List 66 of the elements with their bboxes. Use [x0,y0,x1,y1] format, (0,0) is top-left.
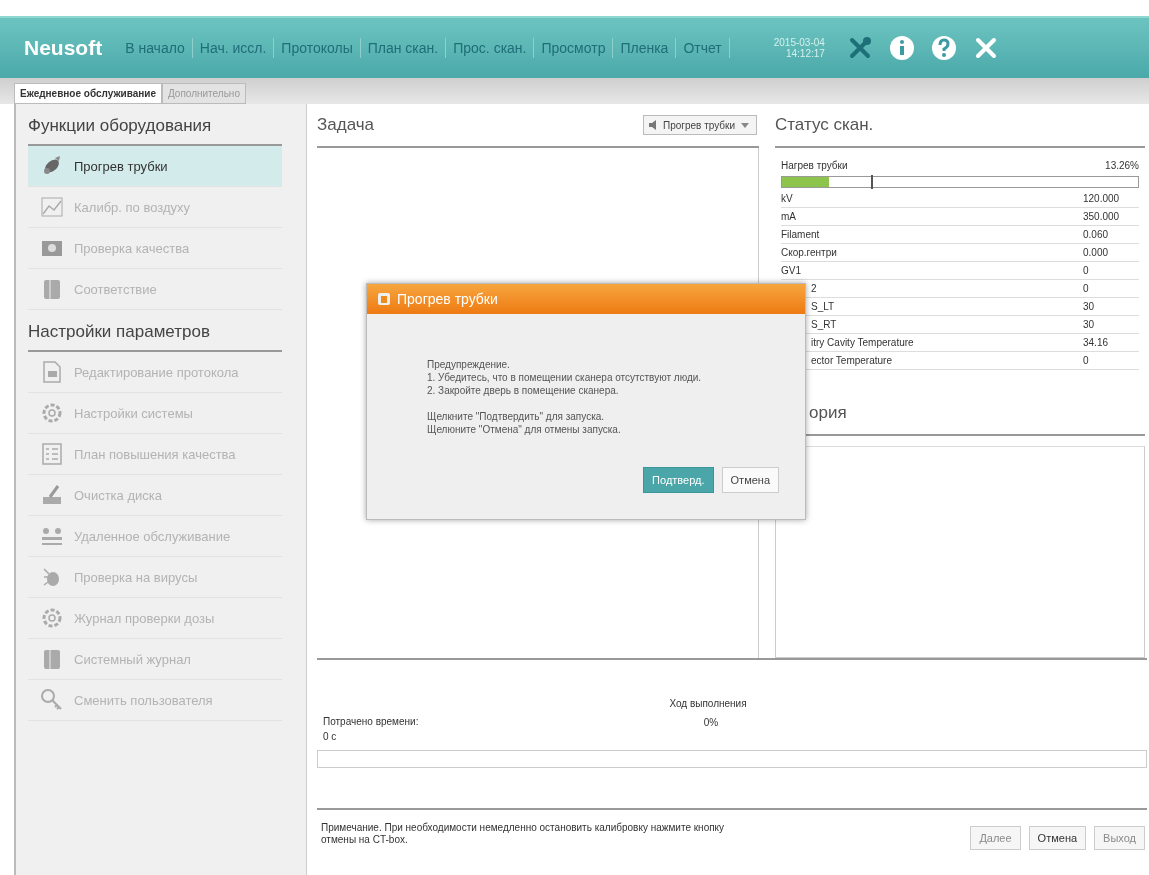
document-icon [40,360,64,384]
parameter-value: 350.000 [1083,211,1121,222]
nav-tab[interactable]: Протоколы [274,38,361,58]
tab[interactable]: Ежедневное обслуживание [14,83,162,104]
sidebar-item[interactable]: Прогрев трубки [28,146,282,187]
progress-label: Ход выполнения [669,698,747,709]
gear-icon [40,401,64,425]
section-heading: Настройки параметров [28,310,282,352]
nav-tab[interactable]: Прос. скан. [446,38,535,58]
parameter-value: 34.16 [1083,337,1110,348]
checklist-icon [40,442,64,466]
help-icon[interactable] [930,35,957,61]
gear-icon [40,606,64,630]
elapsed-value: 0 с [323,731,338,742]
elapsed-label: Потрачено времени: [323,716,420,727]
heat-reading: 13.26% [1105,160,1139,173]
dialog-text: Предупреждение. [427,358,511,371]
parameter-label: S_RT [810,319,838,330]
dialog-title: Прогрев трубки [397,291,498,307]
note-text: Примечание. При необходимости немедленно остановить калибровку нажмите кнопку отмены на CT-box. [321,822,726,846]
panel-title: Задача [317,115,375,135]
nav-tab[interactable]: План скан. [360,38,447,58]
confirm-button[interactable]: Подтверд. [643,467,714,493]
date-text: 2015-03-04 [773,37,825,48]
parameter-value: 0 [1083,265,1090,276]
info-icon[interactable] [888,35,915,61]
parameter-label: kV [781,193,794,204]
parameter-label: GV1 [781,265,802,276]
heat-label: Нагрев трубки [781,160,848,173]
time-text: 14:12:17 [785,48,825,59]
parameter-value: 0 [1083,355,1090,366]
nav-tab[interactable]: Отчет [676,38,730,58]
dialog-text: 2. Закройте дверь в помещение сканера. [427,384,620,397]
chart-icon [40,195,64,219]
broom-icon [40,483,64,507]
parameter-label: Filament [781,229,821,240]
progress-reading: 0% [702,717,719,728]
parameter-value: 30 [1083,301,1096,312]
parameter-label: S_LT [810,301,836,312]
dialog-text: 1. Убедитесь, что в помещении сканера отсутствуют люди. [427,371,703,384]
window-icon [377,292,391,306]
parameter-label: ector Temperature [810,355,893,366]
parameter-value: 30 [1083,319,1096,330]
panel-title: ория [808,403,847,423]
key-icon [40,688,64,712]
parameter-label: itry Cavity Temperature [810,337,915,348]
parameter-label: 2 [810,283,818,294]
parameter-value: 120.000 [1083,193,1121,204]
nav-tab[interactable]: Просмотр [534,38,614,58]
dialog-text: Щелюните "Отмена" для отмены запуска. [427,423,622,436]
nav-tab[interactable]: Нач. иссл. [192,38,275,58]
cancel-button[interactable]: Отмена [721,467,779,493]
limit-marker [871,175,873,189]
parameter-value: 0 [1083,283,1090,294]
tab[interactable]: Дополнительно [161,83,246,104]
parameter-label: mA [781,211,797,222]
parameter-value: 0.060 [1083,229,1110,240]
parameter-value: 0.000 [1083,247,1110,258]
panel-title: Статус скан. [775,115,874,135]
nav-tab[interactable]: В начало [118,38,193,58]
footer-button[interactable]: Отмена [1028,826,1087,850]
parameter-label: Скор.гентри [781,247,838,258]
nav-tab[interactable]: Пленка [613,38,677,58]
tube-dropdown[interactable]: Прогрев трубки [643,115,757,135]
logo-text: Neusoft [24,36,103,60]
dialog-text: Щелкните "Подтвердить" для запуска. [427,410,606,423]
